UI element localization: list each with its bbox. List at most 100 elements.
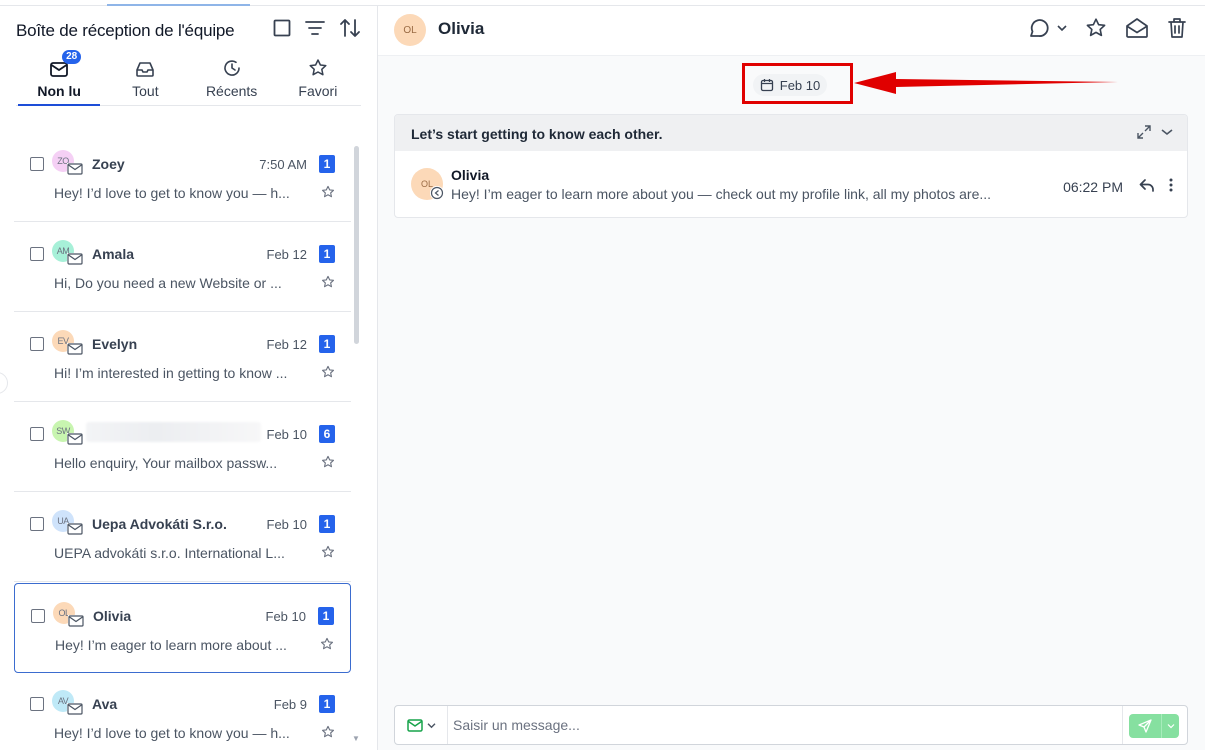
thread-subject: Let’s start getting to know each other.	[411, 126, 663, 142]
annotation-arrow	[854, 72, 1118, 94]
composer-divider	[1122, 706, 1123, 744]
row-checkbox[interactable]	[30, 427, 44, 441]
message-preview: Hi, Do you need a new Website or ...	[54, 275, 282, 291]
tab-label: Récents	[205, 83, 258, 99]
mail-channel-icon	[67, 433, 83, 445]
conversation-date: Feb 10	[266, 427, 307, 442]
chevron-down-icon	[427, 722, 435, 728]
star-icon[interactable]	[1085, 17, 1107, 39]
tab-label: Favori	[298, 83, 338, 99]
contact-avatar: OL	[394, 14, 426, 46]
assign-dropdown-button[interactable]	[1027, 16, 1067, 40]
favorite-star-icon[interactable]	[321, 725, 335, 739]
row-checkbox[interactable]	[30, 157, 44, 171]
contact-name: Uepa Advokáti S.r.o.	[92, 516, 227, 532]
inbox-icon	[136, 62, 155, 77]
send-button[interactable]	[1129, 714, 1179, 738]
favorite-star-icon[interactable]	[321, 275, 335, 289]
unread-count: 1	[319, 335, 335, 353]
message-preview: Hey! I’m eager to learn more about ...	[55, 637, 287, 653]
more-options-icon[interactable]	[1169, 178, 1173, 192]
row-checkbox[interactable]	[30, 517, 44, 531]
favorite-star-icon[interactable]	[320, 637, 334, 651]
email-channel-icon	[406, 718, 423, 732]
favorite-star-icon[interactable]	[321, 365, 335, 379]
sort-icon[interactable]	[339, 18, 361, 38]
filter-icon[interactable]	[305, 20, 325, 36]
reply-icon[interactable]	[1139, 178, 1155, 192]
conversation-actions	[1027, 16, 1187, 40]
email-thread: Let’s start getting to know each other. …	[394, 114, 1188, 218]
tab-recent[interactable]: Récents	[189, 54, 275, 105]
conversation-row[interactable]: AV Ava Feb 9 1 Hey! I’d love to get to k…	[14, 672, 351, 750]
message-preview: Hey! I’d love to get to know you — h...	[54, 725, 290, 741]
mail-channel-icon	[67, 343, 83, 355]
message-preview: Hello enquiry, Your mailbox passw...	[54, 455, 278, 471]
chevron-down-icon	[1057, 25, 1067, 32]
unread-count: 1	[319, 245, 335, 263]
message-preview: UEPA advokáti s.r.o. International L...	[54, 545, 285, 561]
row-checkbox[interactable]	[30, 697, 44, 711]
conversation-date: Feb 10	[265, 609, 306, 624]
conversation-row[interactable]: EV Evelyn Feb 12 1 Hi! I’m interested in…	[14, 312, 351, 402]
send-icon	[1138, 719, 1152, 733]
message-preview: Hi! I’m interested in getting to know ..…	[54, 365, 288, 381]
inbox-tabs: 28 Non lu Tout Récents Favori	[16, 50, 361, 106]
inbox-header: Boîte de réception de l'équipe	[16, 18, 361, 44]
channel-selector[interactable]	[395, 706, 448, 744]
unread-count: 1	[319, 155, 335, 173]
highlight-box	[742, 63, 853, 104]
contact-name: Ava	[92, 696, 118, 712]
trash-icon[interactable]	[1167, 17, 1187, 39]
conversation-panel: OL Olivia Feb 10 Let’s start getting to …	[378, 6, 1205, 750]
conversation-date: Feb 12	[266, 337, 307, 352]
thread-header[interactable]: Let’s start getting to know each other.	[395, 115, 1187, 151]
conversation-row[interactable]: UA Uepa Advokáti S.r.o. Feb 10 1 UEPA ad…	[14, 492, 351, 582]
blurred-contact-name	[86, 422, 261, 442]
conversation-header: OL Olivia	[378, 6, 1205, 56]
message-sender: Olivia	[451, 167, 490, 183]
scroll-down-arrow-icon[interactable]: ▼	[352, 734, 360, 743]
row-checkbox[interactable]	[31, 609, 45, 623]
select-all-checkbox[interactable]	[273, 19, 291, 37]
mail-channel-icon	[67, 253, 83, 265]
favorite-star-icon[interactable]	[321, 455, 335, 469]
mark-read-icon[interactable]	[1125, 17, 1149, 39]
clock-icon	[223, 60, 240, 76]
message-preview: Hey! I’d love to get to know you — h...	[54, 185, 290, 201]
tab-all[interactable]: Tout	[102, 54, 188, 105]
conversation-list: ZO Zoey 7:50 AM 1 Hey! I’d love to get t…	[14, 132, 351, 750]
conversation-row-selected[interactable]: OL Olivia Feb 10 1 Hey! I’m eager to lea…	[14, 583, 351, 673]
conversation-date: Feb 10	[266, 517, 307, 532]
chevron-down-icon[interactable]	[1161, 128, 1173, 136]
conversation-row[interactable]: ZO Zoey 7:50 AM 1 Hey! I’d love to get t…	[14, 132, 351, 222]
tab-unread[interactable]: 28 Non lu	[16, 50, 102, 106]
row-checkbox[interactable]	[30, 247, 44, 261]
unread-count: 1	[318, 607, 334, 625]
mail-channel-icon	[67, 163, 83, 175]
list-scrollbar[interactable]	[354, 146, 359, 344]
message-input[interactable]: Saisir un message...	[453, 717, 580, 733]
mail-channel-icon	[68, 615, 84, 627]
chat-bubble-icon	[1030, 19, 1049, 37]
conversation-date: Feb 9	[273, 697, 307, 712]
inbox-title: Boîte de réception de l'équipe	[16, 21, 235, 40]
row-checkbox[interactable]	[30, 337, 44, 351]
team-inbox-app: Boîte de réception de l'équipe 28 Non lu…	[0, 0, 1205, 750]
conversation-date: Feb 12	[266, 247, 307, 262]
send-options-dropdown[interactable]	[1161, 714, 1179, 738]
favorite-star-icon[interactable]	[321, 185, 335, 199]
conversation-row[interactable]: SW Feb 10 6 Hello enquiry, Your mailbox …	[14, 402, 351, 492]
conversation-row[interactable]: AM Amala Feb 12 1 Hi, Do you need a new …	[14, 222, 351, 312]
expand-icon[interactable]	[1137, 125, 1151, 139]
unread-count: 6	[319, 425, 335, 443]
unread-count-badge: 28	[62, 50, 82, 64]
star-icon	[309, 59, 327, 76]
panel-collapse-handle[interactable]	[0, 372, 8, 394]
inbox-panel: Boîte de réception de l'équipe 28 Non lu…	[0, 6, 378, 750]
contact-name: Olivia	[93, 608, 132, 624]
favorite-star-icon[interactable]	[321, 545, 335, 559]
tab-favorites[interactable]: Favori	[275, 54, 361, 105]
message-preview[interactable]: Hey! I’m eager to learn more about you —…	[451, 186, 1033, 202]
tab-label: Tout	[132, 83, 159, 99]
